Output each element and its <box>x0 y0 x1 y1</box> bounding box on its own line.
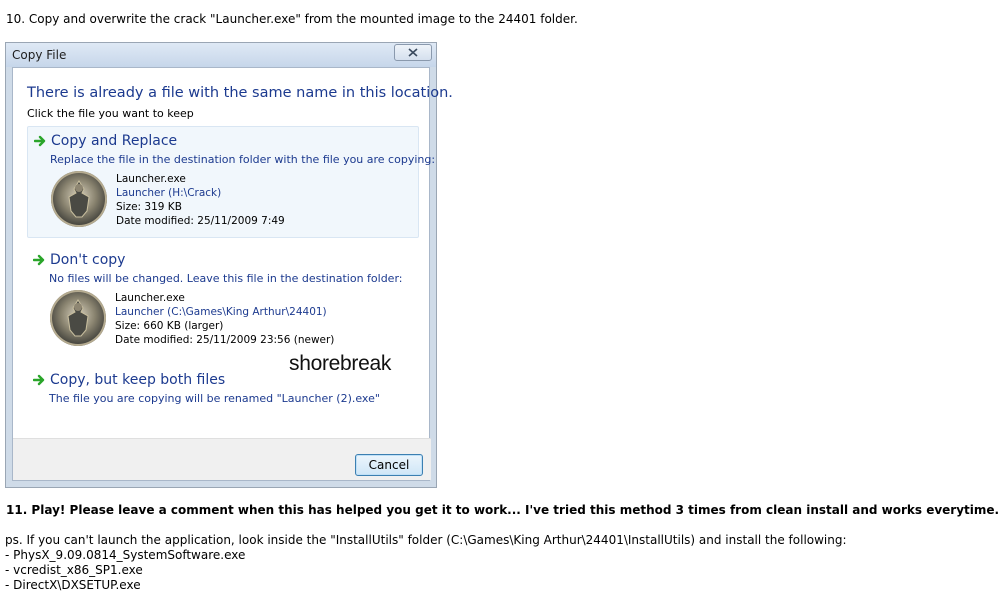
option-title: Copy and Replace <box>51 133 178 149</box>
file-location: Launcher (C:\Games\King Arthur\24401) <box>115 306 327 318</box>
green-arrow-icon <box>33 254 45 266</box>
file-date-modified: Date modified: 25/11/2009 23:56 (newer) <box>115 334 335 346</box>
ps-list-item: - PhysX_9.09.0814_SystemSoftware.exe <box>5 548 246 562</box>
cancel-button[interactable]: Cancel <box>355 454 423 476</box>
close-icon <box>408 48 418 57</box>
dialog-title: Copy File <box>12 48 67 62</box>
option-title: Don't copy <box>50 252 126 268</box>
option-title: Copy, but keep both files <box>50 372 226 388</box>
option-description: The file you are copying will be renamed… <box>49 392 380 405</box>
option-description: Replace the file in the destination fold… <box>50 153 436 166</box>
dialog-headline: There is already a file with the same na… <box>27 85 453 101</box>
ps-note: ps. If you can't launch the application,… <box>5 533 847 593</box>
file-name: Launcher.exe <box>116 173 186 185</box>
dialog-titlebar: Copy File <box>6 43 436 67</box>
copy-file-dialog-screenshot: Copy File There is already a file with t… <box>5 42 453 488</box>
file-details: Launcher.exe Launcher (C:\Games\King Art… <box>115 291 334 347</box>
file-location: Launcher (H:\Crack) <box>116 187 222 199</box>
knight-file-icon <box>51 171 107 227</box>
file-name: Launcher.exe <box>115 292 185 304</box>
ps-intro: ps. If you can't launch the application,… <box>5 533 847 547</box>
green-arrow-icon <box>33 374 45 386</box>
green-arrow-icon <box>34 135 46 147</box>
option-dont-copy[interactable]: Don't copy No files will be changed. Lea… <box>27 246 419 358</box>
dialog-subhead: Click the file you want to keep <box>27 107 194 120</box>
dialog-client-area: There is already a file with the same na… <box>12 67 453 481</box>
file-size: Size: 660 KB (larger) <box>115 320 224 332</box>
watermark-text: shorebreak <box>289 352 392 375</box>
file-date-modified: Date modified: 25/11/2009 7:49 <box>116 215 285 227</box>
option-description: No files will be changed. Leave this fil… <box>49 272 403 285</box>
file-size: Size: 319 KB <box>116 201 182 213</box>
step-11-instruction: 11. Play! Please leave a comment when th… <box>6 503 1000 517</box>
option-copy-and-replace[interactable]: Copy and Replace Replace the file in the… <box>27 126 435 238</box>
ps-list-item: - DirectX\DXSETUP.exe <box>5 578 141 592</box>
close-button[interactable] <box>394 44 432 61</box>
knight-file-icon <box>50 290 106 346</box>
step-10-instruction: 10. Copy and overwrite the crack "Launch… <box>6 12 578 26</box>
file-details: Launcher.exe Launcher (H:\Crack) Size: 3… <box>116 172 285 228</box>
ps-list-item: - vcredist_x86_SP1.exe <box>5 563 143 577</box>
